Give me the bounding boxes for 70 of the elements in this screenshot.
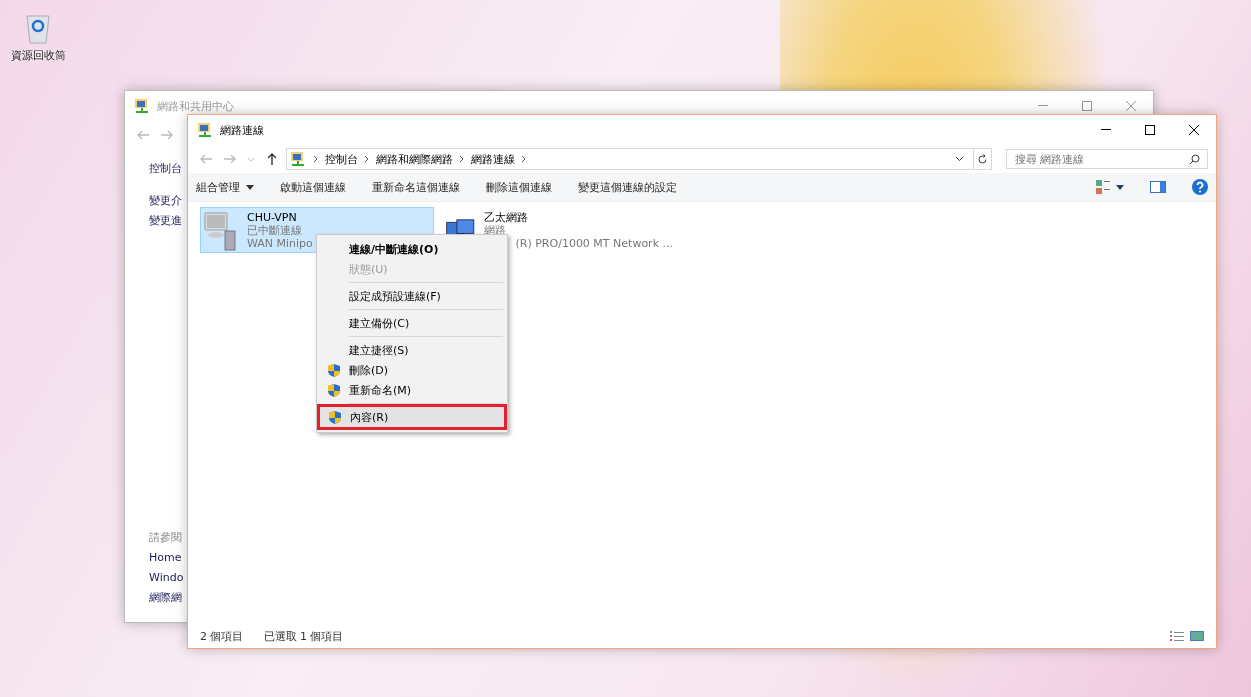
minimize-icon bbox=[1101, 129, 1111, 131]
chevron-right-icon bbox=[364, 155, 370, 163]
see-also-heading: 請參閱 bbox=[149, 530, 182, 546]
help-icon bbox=[1192, 179, 1208, 195]
see-also-link[interactable]: Home bbox=[149, 548, 182, 568]
maximize-icon bbox=[1145, 125, 1155, 135]
pane-icon bbox=[1150, 181, 1166, 193]
breadcrumb-item[interactable]: 網路和網際網路 bbox=[376, 151, 453, 167]
breadcrumb-item[interactable]: 網路連線 bbox=[471, 151, 515, 167]
shield-icon bbox=[327, 362, 341, 378]
status-text: 2 個項目 bbox=[200, 628, 244, 644]
status-text: 已選取 1 個項目 bbox=[263, 628, 344, 644]
search-icon bbox=[1189, 154, 1200, 165]
view-options-button[interactable] bbox=[1096, 180, 1124, 194]
connection-status: 已中斷連線 bbox=[247, 223, 303, 237]
toolbar-command[interactable]: 組合管理 bbox=[196, 179, 254, 195]
chevron-right-icon bbox=[313, 155, 319, 163]
connection-name: 乙太網路 bbox=[483, 210, 529, 224]
window-title: 網路和共用中心 bbox=[157, 98, 235, 114]
search-field[interactable]: 搜尋 網路連線 bbox=[1006, 149, 1208, 169]
connection-device: WAN Minipo bbox=[247, 236, 313, 250]
network-icon bbox=[289, 151, 307, 167]
see-also-link[interactable]: 網際網 bbox=[149, 588, 182, 608]
view-icon bbox=[1096, 180, 1110, 194]
network-icon bbox=[133, 98, 151, 114]
maximize-icon bbox=[1082, 101, 1092, 111]
sidebar-link[interactable]: 控制台 bbox=[149, 159, 182, 179]
connection-name: CHU-VPN bbox=[247, 210, 298, 224]
menu-item[interactable]: 刪除(D) bbox=[319, 360, 505, 380]
close-icon bbox=[1189, 125, 1199, 135]
up-arrow-icon bbox=[265, 152, 279, 166]
back-arrow-icon bbox=[199, 152, 213, 166]
see-also-link[interactable]: Windo bbox=[149, 568, 184, 588]
sidebar-link[interactable]: 變更介 bbox=[149, 191, 182, 211]
forward-arrow-icon bbox=[160, 128, 174, 142]
toolbar-command[interactable]: 啟動這個連線 bbox=[280, 179, 346, 195]
breadcrumb-item[interactable]: 控制台 bbox=[325, 151, 358, 167]
caret-icon bbox=[246, 184, 254, 190]
toolbar-command[interactable]: 重新命名這個連線 bbox=[372, 179, 460, 195]
large-icons-view-icon[interactable] bbox=[1190, 631, 1204, 641]
connection-device: (R) PRO/1000 MT Network ... bbox=[515, 236, 673, 250]
refresh-icon bbox=[977, 153, 988, 165]
caret-icon bbox=[955, 156, 964, 162]
back-arrow-icon bbox=[136, 128, 150, 142]
preview-pane-button[interactable] bbox=[1150, 181, 1166, 193]
toolbar-command[interactable]: 變更這個連線的設定 bbox=[578, 179, 677, 195]
chevron-right-icon bbox=[459, 155, 465, 163]
computer-icon bbox=[203, 209, 239, 251]
close-icon bbox=[1126, 101, 1136, 111]
window-title: 網路連線 bbox=[220, 122, 265, 138]
recycle-bin-label[interactable]: 資源回收筒 bbox=[10, 48, 66, 63]
address-bar[interactable]: 控制台 網路和網際網路 網路連線 bbox=[286, 148, 992, 170]
details-view-icon[interactable] bbox=[1170, 631, 1184, 641]
menu-item[interactable]: 建立備份(C) bbox=[319, 313, 505, 333]
menu-item[interactable]: 重新命名(M) bbox=[319, 380, 505, 400]
shield-icon bbox=[327, 382, 341, 398]
menu-item[interactable]: 內容(R) bbox=[320, 407, 504, 427]
recycle-bin-icon[interactable] bbox=[23, 12, 53, 44]
help-button[interactable] bbox=[1192, 179, 1208, 195]
menu-item[interactable]: 建立捷徑(S) bbox=[319, 340, 505, 360]
menu-item[interactable]: 設定成預設連線(F) bbox=[319, 286, 505, 306]
caret-icon bbox=[1116, 184, 1124, 190]
sidebar-link[interactable]: 變更進 bbox=[149, 211, 182, 231]
network-icon bbox=[196, 122, 214, 138]
caret-icon bbox=[247, 156, 255, 162]
chevron-right-icon bbox=[521, 155, 527, 163]
minimize-icon bbox=[1038, 105, 1048, 107]
toolbar-command[interactable]: 刪除這個連線 bbox=[486, 179, 552, 195]
shield-icon bbox=[328, 409, 342, 425]
forward-arrow-icon bbox=[223, 152, 237, 166]
